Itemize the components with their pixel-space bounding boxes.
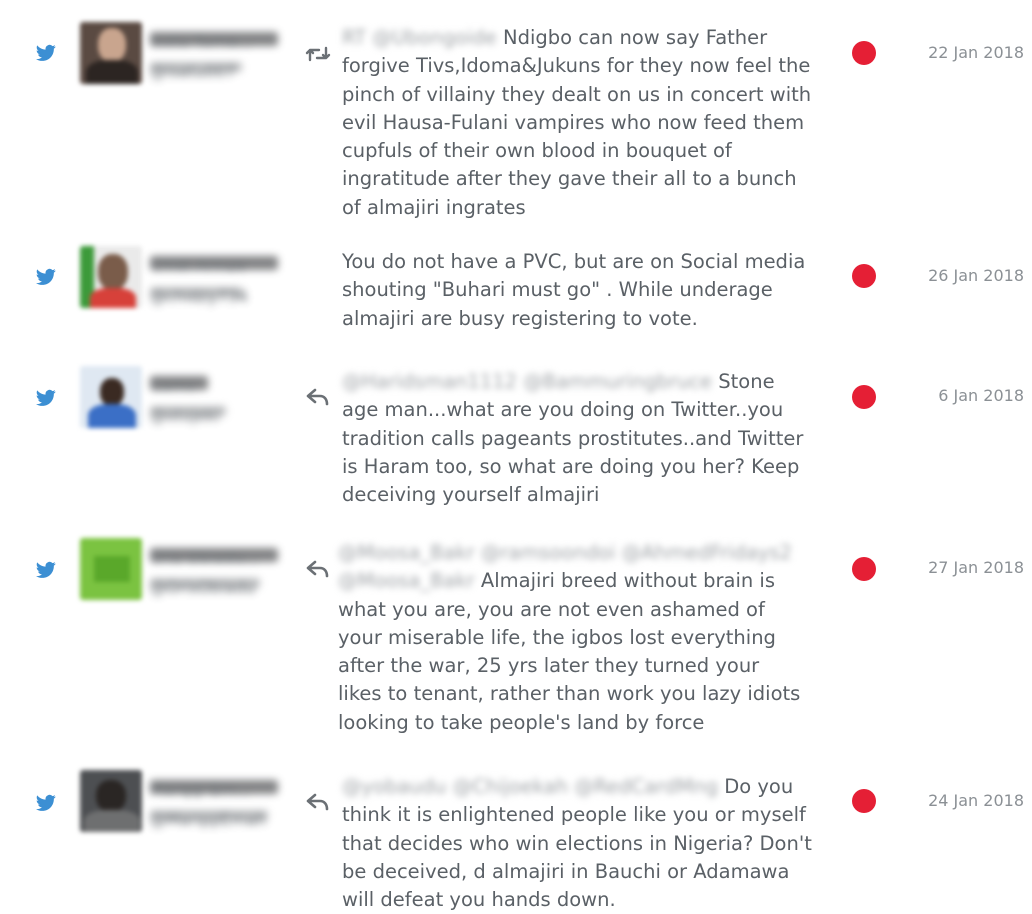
twitter-bird-icon: [36, 389, 56, 406]
avatar[interactable]: [80, 770, 142, 832]
date: 26 Jan 2018: [928, 266, 1024, 285]
avatar[interactable]: [80, 246, 142, 308]
mentions[interactable]: @yobaudu @Chijoekah @RedCardMng: [342, 775, 718, 798]
twitter-bird-icon: [36, 44, 56, 61]
tweet-text: You do not have a PVC, but are on Social…: [342, 248, 812, 333]
user-handle[interactable]: @isatu007: [150, 62, 242, 81]
user-handle[interactable]: @otojeki: [150, 406, 226, 425]
retweet-icon[interactable]: [305, 44, 331, 64]
user-handle[interactable]: @MarqqiEmah: [150, 810, 268, 829]
user-name[interactable]: Marqqi Em...: [150, 780, 278, 799]
twitter-bird-icon: [36, 268, 56, 285]
date: 6 Jan 2018: [938, 386, 1024, 405]
tweet-text: RT @Ubongoide Ndigbo can now say Father …: [342, 24, 812, 222]
twitter-bird-icon: [36, 561, 56, 578]
reply-icon[interactable]: [305, 559, 331, 579]
status-dot: [852, 385, 876, 409]
date: 22 Jan 2018: [928, 43, 1024, 62]
tweet-text: @Haridsman1112 @Bammuringbruce Stone age…: [342, 368, 812, 509]
avatar[interactable]: [80, 366, 142, 428]
reply-icon[interactable]: [305, 792, 331, 812]
date: 24 Jan 2018: [928, 791, 1024, 810]
tweet-body: You do not have a PVC, but are on Social…: [342, 250, 806, 330]
reply-icon[interactable]: [305, 387, 331, 407]
date: 27 Jan 2018: [928, 558, 1024, 577]
status-dot: [852, 789, 876, 813]
twitter-bird-icon: [36, 794, 56, 811]
avatar[interactable]: [80, 538, 142, 600]
mentions[interactable]: @Haridsman1112 @Bammuringbruce: [342, 370, 712, 393]
user-name[interactable]: Chidi Arinze: [150, 256, 278, 275]
user-handle[interactable]: @chidzy734: [150, 287, 248, 306]
user-name[interactable]: Camo: [150, 376, 208, 395]
user-name[interactable]: Isatu Tuma...: [150, 32, 278, 51]
status-dot: [852, 264, 876, 288]
tweet-text: @Moosa_Bakr @ramsoondoi @AhmedFridays2 @…: [338, 539, 808, 737]
mentions[interactable]: RT @Ubongoide: [342, 26, 497, 49]
tweet-body: Ndigbo can now say Father forgive Tivs,I…: [342, 26, 812, 219]
status-dot: [852, 41, 876, 65]
tweet-body: Almajiri breed without brain is what you…: [338, 569, 801, 734]
status-dot: [852, 557, 876, 581]
tweet-text: @yobaudu @Chijoekah @RedCardMng Do you t…: [342, 773, 812, 914]
user-name[interactable]: Oris Obiadu...: [150, 548, 278, 567]
user-handle[interactable]: @OrisObiadu: [150, 578, 260, 597]
avatar[interactable]: [80, 22, 142, 84]
